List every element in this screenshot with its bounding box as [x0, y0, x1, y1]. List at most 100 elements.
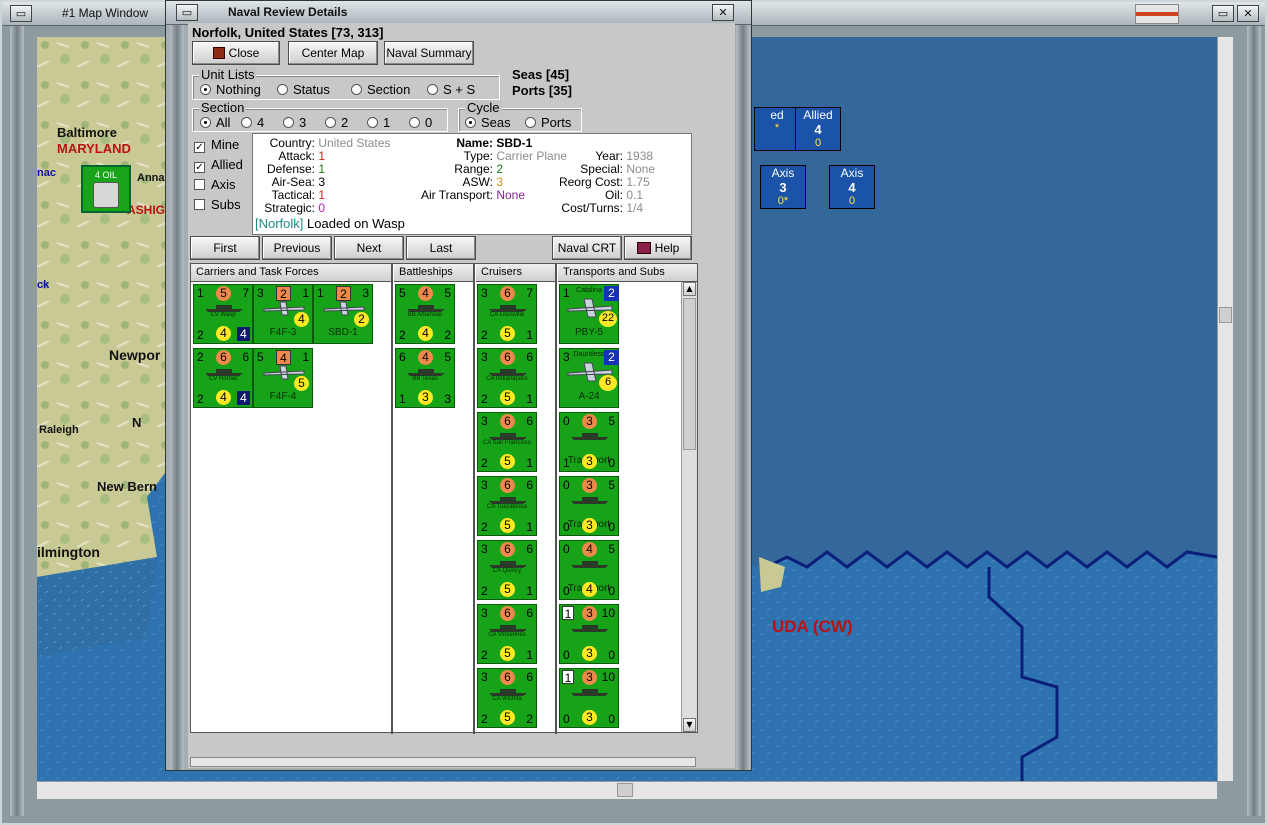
center-map-button[interactable]: Center Map	[288, 41, 378, 65]
previous-button[interactable]: Previous	[262, 236, 332, 260]
unit-counter[interactable]: 1 3 10 0 3 0	[559, 668, 619, 728]
counter-top-right: 5	[608, 414, 615, 428]
unit-columns-panel: Carriers and Task Forces Battleships Cru…	[190, 263, 698, 734]
section-radio-3[interactable]: 3	[283, 115, 306, 130]
unit-counter[interactable]: 045Transport040	[559, 540, 619, 600]
dialog-titlebar[interactable]: ▭ Naval Review Details ✕	[166, 1, 751, 25]
info-label: ASW:	[462, 175, 493, 189]
section-radio-2[interactable]: 2	[325, 115, 348, 130]
units-scroll-thumb[interactable]	[683, 298, 696, 450]
counter-top-left: 1	[562, 670, 574, 685]
info-label: Type:	[463, 149, 493, 163]
close-button[interactable]: Close	[192, 41, 280, 65]
counter-attack-circle: 6	[500, 478, 515, 493]
info-label: Tactical:	[271, 188, 315, 202]
unit-counter[interactable]: 3 6 6 CA Vincennes 2 5 1	[477, 604, 537, 664]
counter-bottom-left: 2	[481, 328, 488, 342]
cycle-radio-seas[interactable]: Seas	[465, 115, 511, 130]
scroll-up-arrow[interactable]: ▲	[683, 282, 696, 296]
map-horizontal-scrollbar[interactable]	[37, 781, 1217, 799]
radio-section[interactable]: Section	[351, 82, 410, 97]
location-title: Norfolk, United States [73, 313]	[192, 25, 384, 40]
counter-name: SBD-1	[328, 327, 358, 338]
unit-counter[interactable]: 2 6 6 CV Hornet 2 4 4	[193, 348, 253, 408]
last-button[interactable]: Last	[406, 236, 476, 260]
info-label: Range:	[454, 162, 493, 176]
counter-attack-circle: 6	[500, 670, 515, 685]
close-icon[interactable]: ✕	[1237, 5, 1259, 22]
unit-counter[interactable]: 1 5 7 CV Wasp 2 4 4	[193, 284, 253, 344]
counter-defense-circle: 5	[500, 390, 515, 405]
map-hscroll-thumb[interactable]	[617, 783, 633, 797]
restore-button[interactable]: ▭	[1212, 5, 1234, 22]
naval-summary-button[interactable]: Naval Summary	[384, 41, 474, 65]
unit-counter[interactable]: 1 2 3 SBD-1 2	[313, 284, 373, 344]
first-button[interactable]: First	[190, 236, 260, 260]
section-radio-all[interactable]: All	[200, 115, 230, 130]
unit-counter[interactable]: 6 4 5 BB Texas 1 3 3	[395, 348, 455, 408]
cycle-radio-ports[interactable]: Ports	[525, 115, 571, 130]
filter-mine-checkbox[interactable]: ✓ Mine	[194, 137, 239, 153]
counter-bottom-right: 4	[237, 327, 250, 341]
oil-resource-counter[interactable]: 4 OIL	[81, 165, 131, 213]
unit-counter[interactable]: 5 4 5 BB Arkansas 2 4 2	[395, 284, 455, 344]
counter-name: CA Indianapolis	[486, 376, 528, 382]
filter-axis-checkbox[interactable]: Axis	[194, 177, 236, 192]
counter-defense-circle: 5	[500, 710, 515, 725]
unit-counter[interactable]: 3 6 6 CA Indianapolis 2 5 1	[477, 348, 537, 408]
units-vertical-scrollbar[interactable]: ▲ ▼	[681, 282, 697, 732]
dialog-menu-button[interactable]: ▭	[176, 4, 198, 21]
sea-area-counter[interactable]: ed *	[754, 107, 800, 151]
radio-status[interactable]: Status	[277, 82, 330, 97]
counter-attack-circle: 6	[500, 606, 515, 621]
counter-value: 5	[294, 376, 309, 391]
dialog-close-icon[interactable]: ✕	[712, 4, 734, 21]
map-vertical-scrollbar[interactable]	[1217, 37, 1233, 781]
info-label: Air-Sea:	[271, 175, 315, 189]
unit-counter[interactable]: 035Transport130	[559, 412, 619, 472]
window-menu-button[interactable]: ▭	[10, 5, 32, 22]
filter-allied-checkbox[interactable]: ✓ Allied	[194, 157, 243, 173]
section-radio-1[interactable]: 1	[367, 115, 390, 130]
unit-counter[interactable]: 1 3 10 0 3 0	[559, 604, 619, 664]
section-radio-0[interactable]: 0	[409, 115, 432, 130]
unit-counter[interactable]: 3 Dauntless 2 A-24 6	[559, 348, 619, 408]
counter-bottom-right: 0	[608, 520, 615, 534]
section-radio-4[interactable]: 4	[241, 115, 264, 130]
counter-sub: 0	[848, 195, 856, 207]
right-frame	[1247, 26, 1261, 816]
unit-counter[interactable]: 3 2 1 F4F-3 4	[253, 284, 313, 344]
counter-attack-circle: 6	[500, 286, 515, 301]
unit-counter[interactable]: 3 6 6 CA Tuscaloosa 2 5 1	[477, 476, 537, 536]
sea-area-counter[interactable]: Axis 4 0	[829, 165, 875, 209]
unit-counter[interactable]: 035Transport030	[559, 476, 619, 536]
radio-s-plus-s[interactable]: S + S	[427, 82, 475, 97]
filter-subs-checkbox[interactable]: Subs	[194, 197, 241, 212]
counter-bottom-right: 1	[526, 648, 533, 662]
help-button-label: Help	[654, 241, 680, 255]
unit-counter[interactable]: 3 6 6 CA San Francisco 2 5 1	[477, 412, 537, 472]
scroll-down-arrow[interactable]: ▼	[683, 718, 696, 732]
counter-defense-circle: 4	[216, 326, 231, 341]
ship-icon	[570, 430, 610, 440]
column-divider	[555, 264, 557, 734]
unit-lists-group: Unit Lists Nothing Status Section S + S	[192, 67, 500, 100]
unit-counter[interactable]: 5 4 1 F4F-4 5	[253, 348, 313, 408]
counter-bottom-left: 2	[481, 520, 488, 534]
sea-area-counter[interactable]: Allied 4 0	[795, 107, 841, 151]
unit-counter[interactable]: 3 6 6 CA Quincy 2 5 1	[477, 540, 537, 600]
map-vscroll-thumb[interactable]	[1219, 307, 1232, 323]
sea-area-counter[interactable]: Axis 3 0*	[760, 165, 806, 209]
naval-crt-button[interactable]: Naval CRT	[552, 236, 622, 260]
state-maryland: MARYLAND	[57, 141, 131, 156]
help-button[interactable]: Help	[624, 236, 692, 260]
next-button[interactable]: Next	[334, 236, 404, 260]
radio-nothing[interactable]: Nothing	[200, 82, 261, 97]
unit-counter[interactable]: 1 Catalina 2 PBY-5 22	[559, 284, 619, 344]
counter-top-left: 0	[563, 542, 570, 556]
counter-attack-circle: 3	[582, 478, 597, 493]
unit-counter[interactable]: 3 6 6 CA Wichita 2 5 2	[477, 668, 537, 728]
counter-bottom-left: 2	[197, 392, 204, 406]
unit-counter[interactable]: 3 6 7 CA Louisville 2 5 1	[477, 284, 537, 344]
info-label: Attack:	[278, 149, 315, 163]
